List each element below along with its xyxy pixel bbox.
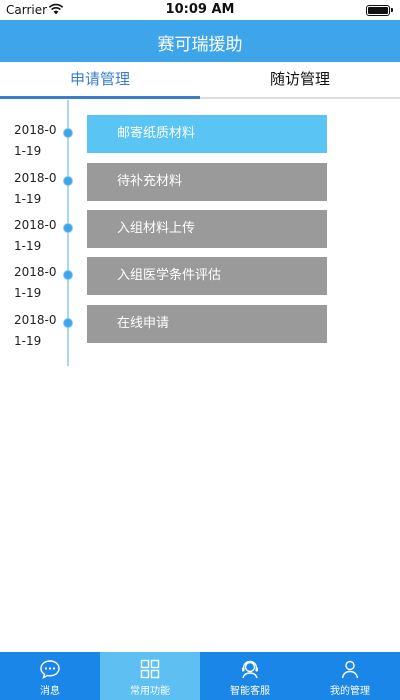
page-title: 赛可瑞援助: [157, 35, 243, 55]
bottom-tab-label: 智能客服: [230, 686, 270, 697]
timeline-row: 2018-01-19 待补充材料: [0, 163, 400, 216]
user-icon: [341, 660, 359, 679]
timeline-dot: [63, 318, 73, 328]
bottom-tab-common-functions[interactable]: 常用功能: [100, 652, 200, 700]
timeline-step-card[interactable]: 邮寄纸质材料: [87, 115, 327, 153]
bottom-tab-my-management[interactable]: 我的管理: [300, 652, 400, 700]
timeline-date: 2018-01-19: [14, 265, 57, 300]
timeline-date: 2018-01-19: [14, 123, 57, 158]
bottom-tab-messages[interactable]: 消息: [0, 652, 100, 700]
battery-icon: [366, 5, 393, 16]
timeline-row: 2018-01-19 在线申请: [0, 305, 400, 358]
timeline-row: 2018-01-19 邮寄纸质材料: [0, 115, 400, 168]
timeline-dot: [63, 176, 73, 186]
bottom-tab-label: 常用功能: [130, 686, 170, 697]
chat-bubble-icon: [40, 660, 60, 679]
bottom-tab-label: 我的管理: [330, 686, 370, 697]
tab-divider: [200, 97, 400, 99]
timeline-dot: [63, 223, 73, 233]
timeline-date: 2018-01-19: [14, 313, 57, 348]
timeline-step-card[interactable]: 入组医学条件评估: [87, 257, 327, 295]
timeline-row: 2018-01-19 入组材料上传: [0, 210, 400, 263]
status-time: 10:09 AM: [165, 2, 235, 17]
bottom-tab-smart-service[interactable]: 智能客服: [200, 652, 300, 700]
timeline-step-card[interactable]: 入组材料上传: [87, 210, 327, 248]
timeline-date: 2018-01-19: [14, 171, 57, 206]
nav-bar: 赛可瑞援助: [0, 20, 400, 62]
status-bar: Carrier 10:09 AM: [0, 0, 400, 20]
tab-application-management[interactable]: 申请管理: [0, 62, 200, 98]
bottom-tab-label: 消息: [40, 686, 60, 697]
grid-icon: [140, 659, 160, 679]
active-tab-indicator: [0, 96, 200, 99]
timeline-row: 2018-01-19 入组医学条件评估: [0, 257, 400, 310]
bottom-tab-bar: 消息 常用功能 智能客服 我的管理: [0, 652, 400, 700]
timeline-dot: [63, 128, 73, 138]
tab-follow-up-management[interactable]: 随访管理: [200, 62, 400, 98]
timeline-dot: [63, 270, 73, 280]
timeline-date: 2018-01-19: [14, 218, 57, 253]
timeline-step-card[interactable]: 待补充材料: [87, 163, 327, 201]
tab-bar: 申请管理 随访管理: [0, 62, 400, 98]
timeline-step-card[interactable]: 在线申请: [87, 305, 327, 343]
headset-icon: [242, 660, 258, 679]
